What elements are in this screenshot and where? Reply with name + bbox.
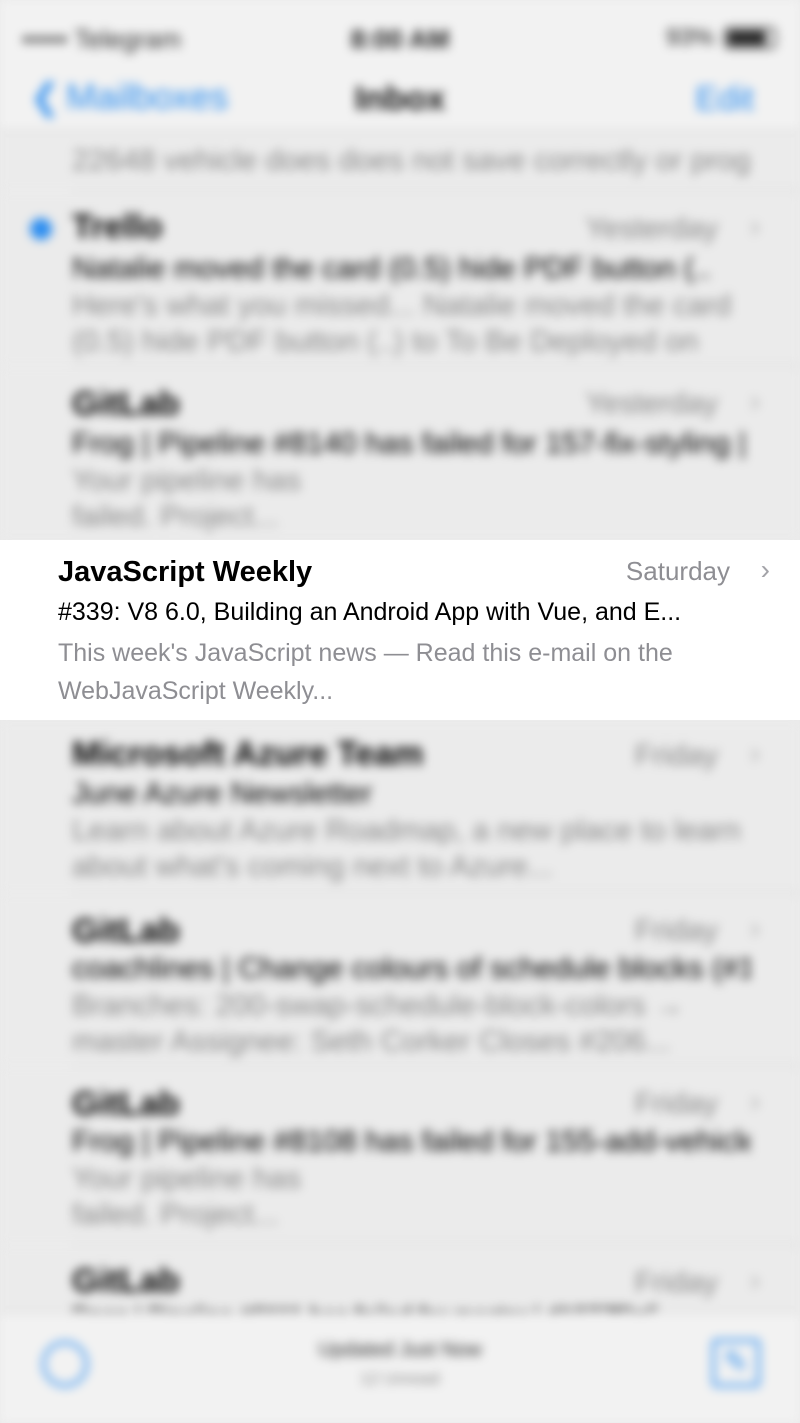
message-sender: JavaScript Weekly (58, 556, 313, 588)
chevron-right-icon: › (750, 1264, 760, 1297)
message-subject: #339: V8 6.0, Building an Android App wi… (58, 598, 682, 626)
message-preview: Branches: 200-swap-schedule-block-colors… (72, 989, 684, 1058)
message-sender: GitLab (72, 1262, 180, 1300)
message-preview: Your pipeline has failed. Project... (72, 464, 302, 533)
chevron-right-icon: › (750, 210, 760, 243)
message-sender: GitLab (72, 1085, 180, 1123)
message-date: Friday (634, 914, 718, 947)
unread-dot-icon (30, 218, 52, 240)
list-item[interactable]: GitLab Friday › Roos | Pipeline #8111 ha… (0, 1246, 800, 1329)
message-preview: Learn about Azure Roadmap, a new place t… (72, 814, 741, 883)
focused-message[interactable]: JavaScript Weekly Saturday › #339: V8 6.… (0, 540, 800, 720)
navigation-bar: ❮ Mailboxes Inbox Edit (0, 70, 800, 131)
update-status: Updated Just Now (318, 1339, 482, 1361)
message-date: Friday (634, 1087, 718, 1120)
message-sender: Trello (72, 208, 163, 246)
message-preview: Your pipeline has failed. Project... (72, 1162, 302, 1231)
chevron-right-icon: › (750, 737, 760, 770)
chevron-right-icon: › (760, 554, 770, 585)
list-item[interactable]: 22648 vehicle does does not save correct… (0, 131, 800, 191)
message-date: Saturday (625, 556, 730, 586)
list-item[interactable]: GitLab Friday › coachlines | Change colo… (0, 894, 800, 1066)
bottom-toolbar: Updated Just Now 12 Unread ✎ (0, 1312, 800, 1423)
list-item[interactable]: Microsoft Azure Team Friday › June Azure… (0, 721, 800, 893)
message-sender: GitLab (72, 912, 180, 950)
status-bar: ••••• Telegram 8:00 AM 93% (0, 0, 800, 70)
message-date: Yesterday (585, 212, 718, 245)
list-item[interactable]: Trello Yesterday › Natalie moved the car… (0, 192, 800, 366)
message-date: Friday (634, 739, 718, 772)
chevron-right-icon: › (750, 912, 760, 945)
list-item[interactable]: GitLab Yesterday › Frog | Pipeline #8140… (0, 367, 800, 539)
battery-percent: 93% (665, 24, 714, 51)
message-date: Friday (634, 1266, 718, 1299)
message-sender: Microsoft Azure Team (72, 735, 424, 773)
message-preview: This week's JavaScript news — Read this … (58, 639, 673, 705)
battery-indicator: 93% (666, 24, 776, 52)
chevron-right-icon: › (750, 385, 760, 418)
message-subject: Frog | Pipeline #8140 has failed for 157… (72, 427, 750, 460)
message-subject: coachlines | Change colours of schedule … (72, 952, 750, 985)
message-sender: GitLab (72, 385, 180, 423)
chevron-right-icon: › (750, 1085, 760, 1118)
list-item[interactable]: GitLab Friday › Frog | Pipeline #8108 ha… (0, 1067, 800, 1245)
compose-icon[interactable]: ✎ (712, 1339, 760, 1387)
message-subject: June Azure Newsletter (72, 777, 373, 810)
message-subject: Natalie moved the card (0.5) hide PDF bu… (72, 252, 711, 285)
message-date: Yesterday (585, 387, 718, 420)
battery-icon (724, 27, 776, 49)
message-preview: 22648 vehicle does does not save correct… (72, 144, 750, 177)
page-title: Inbox (354, 80, 446, 118)
message-preview: Here's what you missed... Natalie moved … (72, 289, 732, 358)
edit-button[interactable]: Edit (695, 80, 754, 119)
message-subject: Frog | Pipeline #8108 has failed for 155… (72, 1125, 750, 1158)
unread-count: 12 Unread (360, 1369, 440, 1388)
